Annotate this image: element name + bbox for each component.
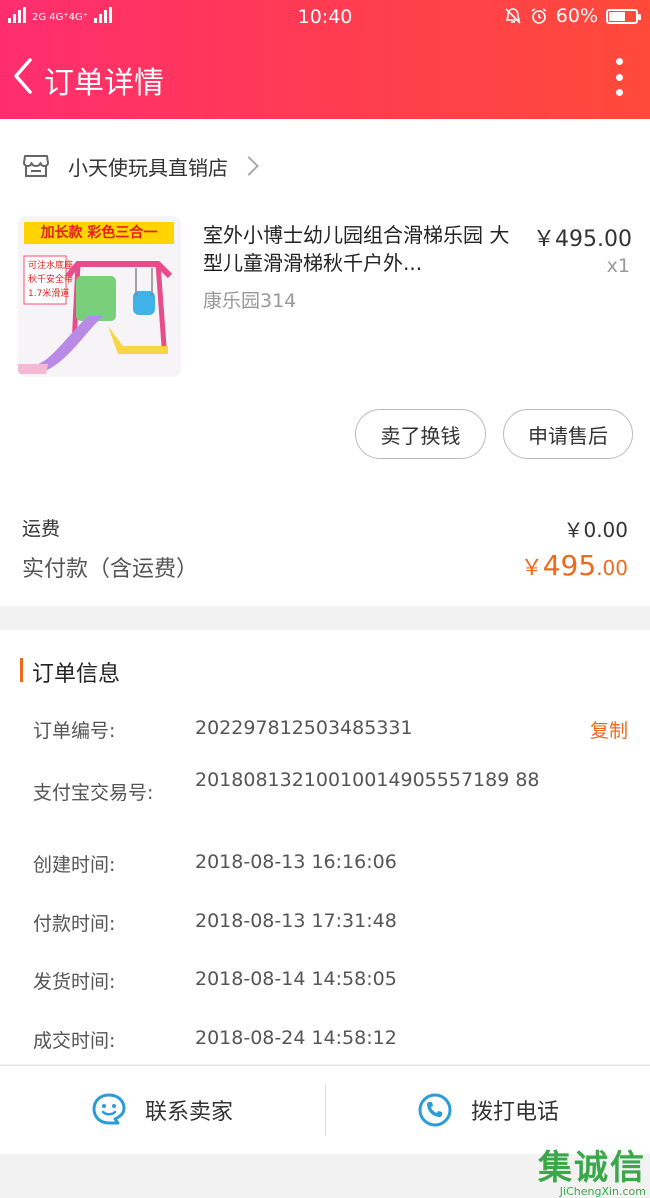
app-header: 2G 4G⁺4G⁺ 10:40 60% 订单详情 (0, 0, 650, 119)
order-product-card: 小天使玩具直销店 加长款 彩色三合一 可注水底座 秋千安全带 1.7米滑道 室外… (0, 119, 650, 606)
completed-time-label: 成交时间: (33, 1030, 116, 1052)
status-right: 60% (504, 5, 641, 27)
svg-text:秋千安全带: 秋千安全带 (28, 273, 73, 285)
contact-seller-button[interactable]: 联系卖家 (0, 1066, 324, 1154)
created-time-label: 创建时间: (33, 854, 116, 876)
shipping-label: 运费 (22, 518, 61, 540)
paid-time-value: 2018-08-13 17:31:48 (195, 910, 397, 932)
alipay-trade-label: 支付宝交易号: (33, 782, 154, 804)
more-menu-button[interactable] (614, 58, 624, 96)
chevron-left-icon (14, 58, 32, 94)
page-title: 订单详情 (44, 66, 164, 101)
order-number-value: 202297812503485331 (195, 717, 413, 739)
more-dot-icon (615, 89, 623, 96)
more-dot-icon (615, 58, 623, 65)
product-price: ￥495.00 (533, 227, 632, 252)
shop-icon (23, 155, 49, 177)
product-image[interactable]: 加长款 彩色三合一 可注水底座 秋千安全带 1.7米滑道 (18, 216, 181, 377)
shipped-time-value: 2018-08-14 14:58:05 (195, 968, 397, 990)
shop-row[interactable]: 小天使玩具直销店 (22, 151, 259, 181)
shop-name: 小天使玩具直销店 (68, 155, 228, 180)
after-sale-button[interactable]: 申请售后 (503, 409, 633, 459)
shipping-value: ￥0.00 (563, 518, 628, 542)
created-time-value: 2018-08-13 16:16:06 (195, 851, 397, 873)
chat-smile-icon (92, 1093, 126, 1125)
order-info-heading: 订单信息 (20, 656, 120, 688)
paid-currency: ￥ (520, 556, 543, 581)
paid-decimal: .00 (596, 556, 628, 580)
alarm-clock-icon (531, 8, 547, 24)
paid-amount: ￥495.00 (521, 549, 628, 582)
paid-integer: 495 (542, 549, 597, 582)
svg-text:1.7米滑道: 1.7米滑道 (28, 287, 69, 299)
watermark-main: 集诚信 (538, 1148, 646, 1188)
more-dot-icon (615, 73, 623, 81)
battery-icon (606, 8, 641, 24)
resell-button[interactable]: 卖了换钱 (355, 409, 486, 459)
slide-swing-illustration: 可注水底座 秋千安全带 1.7米滑道 (18, 255, 173, 374)
paid-time-label: 付款时间: (33, 913, 116, 935)
status-bar: 2G 4G⁺4G⁺ 10:40 60% (0, 0, 650, 36)
battery-fill (609, 11, 625, 21)
back-button[interactable] (8, 54, 38, 98)
silent-bell-icon (505, 8, 521, 24)
svg-text:可注水底座: 可注水底座 (28, 259, 73, 271)
product-title[interactable]: 室外小博士幼儿园组合滑梯乐园 大型儿童滑滑梯秋千户外... (203, 221, 515, 277)
completed-time-value: 2018-08-24 14:58:12 (195, 1027, 397, 1049)
shipped-time-label: 发货时间: (33, 971, 116, 993)
site-watermark: 集诚信 JiChengXin.com (538, 1140, 646, 1198)
copy-order-number-button[interactable]: 复制 (590, 716, 628, 743)
order-info-card: 订单信息 订单编号: 202297812503485331 复制 支付宝交易号:… (0, 630, 650, 1064)
alipay-trade-value: 20180813210010014905557189 88 (195, 769, 540, 791)
product-sku: 康乐园314 (203, 290, 297, 312)
product-quantity: x1 (606, 255, 630, 277)
chevron-right-icon (239, 156, 259, 176)
phone-icon (418, 1093, 452, 1127)
paid-label: 实付款（含运费） (22, 557, 199, 582)
order-number-label: 订单编号: (33, 720, 116, 742)
contact-seller-label: 联系卖家 (144, 1100, 233, 1125)
nav-bar: 订单详情 (0, 44, 650, 110)
call-phone-label: 拨打电话 (470, 1100, 559, 1125)
battery-percent: 60% (555, 5, 598, 27)
